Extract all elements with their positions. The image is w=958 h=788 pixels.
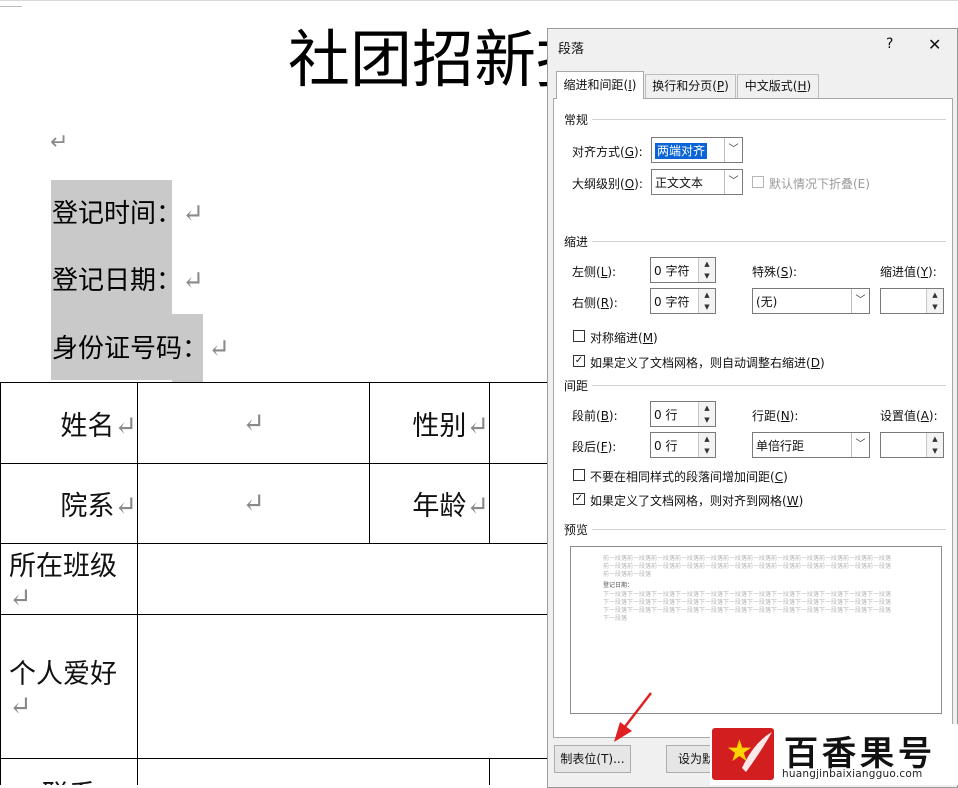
divider bbox=[592, 529, 946, 530]
table-cell-class-value[interactable] bbox=[137, 543, 551, 615]
watermark-url: huangjinbaixiangguo.com bbox=[782, 768, 923, 780]
chevron-down-icon: ﹀ bbox=[724, 138, 742, 162]
alignment-label: 对齐方式(G): bbox=[572, 145, 643, 159]
section-spacing-title: 间距 bbox=[564, 379, 589, 393]
paragraph-mark: ↵ bbox=[208, 334, 230, 364]
chevron-down-icon: ﹀ bbox=[851, 433, 869, 457]
divider bbox=[592, 385, 946, 386]
registration-table: 姓名↵ ↵ 性别↵ 院系↵ ↵ 年龄↵ 所在班级↵ 个人爱好↵ 联系 bbox=[0, 382, 551, 785]
tab-asian-typography[interactable]: 中文版式(H) bbox=[737, 74, 819, 98]
close-icon[interactable]: ✕ bbox=[928, 35, 941, 54]
field-label: 登记日期： bbox=[52, 266, 183, 296]
field-id-number[interactable]: 身份证号码：↵ bbox=[52, 331, 230, 367]
indent-by-spinner[interactable]: ▲ ▼ bbox=[880, 288, 944, 314]
outline-level-select[interactable]: 正文文本 ﹀ bbox=[651, 169, 743, 195]
auto-adjust-indent-checkbox[interactable]: ✓ bbox=[573, 355, 585, 367]
right-indent-spinner[interactable]: 0 字符 ▲ ▼ bbox=[650, 288, 716, 314]
tab-panel: 常规 对齐方式(G): 两端对齐 ﹀ 大纲级别(O): 正文文本 ﹀ 默认情况下… bbox=[553, 98, 953, 738]
spin-down-icon[interactable]: ▼ bbox=[698, 270, 715, 282]
line-spacing-label: 行距(N): bbox=[752, 409, 799, 423]
space-before-spinner[interactable]: 0 行 ▲ ▼ bbox=[650, 401, 716, 427]
divider bbox=[592, 241, 946, 242]
help-icon[interactable]: ? bbox=[886, 36, 893, 52]
ruler-line bbox=[0, 0, 958, 1]
no-space-same-style-checkbox[interactable] bbox=[573, 469, 585, 481]
space-after-label: 段后(F): bbox=[572, 440, 617, 454]
mirror-indents-label: 对称缩进(M) bbox=[590, 331, 658, 345]
brand-logo-icon: ★ bbox=[712, 728, 774, 780]
spin-down-icon[interactable]: ▼ bbox=[926, 301, 943, 313]
chevron-down-icon: ﹀ bbox=[851, 289, 869, 313]
tab-indent-spacing[interactable]: 缩进和间距(I) bbox=[556, 71, 644, 99]
auto-adjust-indent-label: 如果定义了文档网格，则自动调整右缩进(D) bbox=[590, 356, 825, 370]
alignment-select[interactable]: 两端对齐 ﹀ bbox=[651, 137, 743, 163]
table-cell-contact-label[interactable]: 联系 bbox=[0, 758, 138, 785]
field-label: 身份证号码： bbox=[52, 334, 209, 364]
left-indent-spinner[interactable]: 0 字符 ▲ ▼ bbox=[650, 257, 716, 283]
spacing-at-label: 设置值(A): bbox=[880, 409, 938, 423]
field-label: 登记时间： bbox=[52, 199, 183, 229]
preview-sample-text: 登记日期： bbox=[603, 582, 634, 589]
paragraph-mark: ↵ bbox=[182, 199, 204, 229]
section-general-title: 常规 bbox=[564, 113, 589, 127]
table-cell-hobby-label[interactable]: 个人爱好↵ bbox=[0, 614, 138, 759]
snap-to-grid-checkbox[interactable]: ✓ bbox=[573, 493, 585, 505]
tab-line-page-breaks[interactable]: 换行和分页(P) bbox=[645, 74, 736, 98]
table-cell-name-label[interactable]: 姓名↵ bbox=[0, 382, 138, 464]
paragraph-dialog: 段落 ? ✕ 缩进和间距(I) 换行和分页(P) 中文版式(H) 常规 对齐方式… bbox=[547, 28, 958, 788]
table-cell-contact-extra[interactable] bbox=[489, 758, 551, 785]
margin-mark bbox=[0, 6, 22, 7]
table-cell-hobby-value[interactable] bbox=[137, 614, 551, 759]
field-register-date[interactable]: 登记日期：↵ bbox=[52, 263, 204, 299]
no-space-same-style-label: 不要在相同样式的段落间增加间距(C) bbox=[590, 470, 788, 484]
mirror-indents-checkbox[interactable] bbox=[573, 330, 585, 342]
divider bbox=[592, 119, 946, 120]
table-cell-age-label[interactable]: 年龄↵ bbox=[369, 463, 490, 544]
tabs-button[interactable]: 制表位(T)... bbox=[554, 745, 631, 773]
right-indent-label: 右侧(R): bbox=[572, 296, 618, 310]
watermark: ★ 百香果号 huangjinbaixiangguo.com bbox=[710, 724, 958, 785]
collapse-checkbox[interactable] bbox=[752, 176, 764, 188]
table-cell-name-value[interactable]: ↵ bbox=[137, 382, 370, 464]
paragraph-mark: ↵ bbox=[182, 266, 204, 296]
special-indent-label: 特殊(S): bbox=[752, 265, 798, 279]
spin-down-icon[interactable]: ▼ bbox=[698, 445, 715, 457]
indent-by-label: 缩进值(Y): bbox=[880, 265, 937, 279]
table-cell-class-label[interactable]: 所在班级↵ bbox=[0, 543, 138, 615]
space-before-label: 段前(B): bbox=[572, 409, 618, 423]
line-spacing-select[interactable]: 单倍行距 ﹀ bbox=[752, 432, 870, 458]
collapse-label: 默认情况下折叠(E) bbox=[769, 177, 870, 191]
spin-down-icon[interactable]: ▼ bbox=[926, 445, 943, 457]
spin-down-icon[interactable]: ▼ bbox=[698, 414, 715, 426]
spin-down-icon[interactable]: ▼ bbox=[698, 301, 715, 313]
paragraph-mark: ↵ bbox=[50, 130, 69, 155]
chevron-down-icon: ﹀ bbox=[724, 170, 742, 194]
spacing-at-spinner[interactable]: ▲ ▼ bbox=[880, 432, 944, 458]
table-cell-dept-label[interactable]: 院系↵ bbox=[0, 463, 138, 544]
snap-to-grid-label: 如果定义了文档网格，则对齐到网格(W) bbox=[590, 494, 804, 508]
space-after-spinner[interactable]: 0 行 ▲ ▼ bbox=[650, 432, 716, 458]
preview-before-text: 前一段落前一段落前一段落前一段落前一段落前一段落前一段落前一段落前一段落前一段落… bbox=[603, 555, 892, 578]
dialog-title: 段落 bbox=[558, 42, 585, 57]
table-cell-contact-value[interactable] bbox=[137, 758, 490, 785]
special-indent-select[interactable]: (无) ﹀ bbox=[752, 288, 870, 314]
paragraph-preview: 前一段落前一段落前一段落前一段落前一段落前一段落前一段落前一段落前一段落前一段落… bbox=[570, 546, 942, 714]
section-indent-title: 缩进 bbox=[564, 235, 589, 249]
field-register-time[interactable]: 登记时间：↵ bbox=[52, 196, 204, 232]
left-indent-label: 左侧(L): bbox=[572, 265, 617, 279]
table-cell-gender-label[interactable]: 性别↵ bbox=[369, 382, 490, 464]
table-cell-gender-value[interactable] bbox=[489, 382, 551, 464]
section-preview-title: 预览 bbox=[564, 523, 589, 537]
preview-after-text: 下一段落下一段落下一段落下一段落下一段落下一段落下一段落下一段落下一段落下一段落… bbox=[603, 591, 892, 622]
table-cell-dept-value[interactable]: ↵ bbox=[137, 463, 370, 544]
table-cell-age-value[interactable] bbox=[489, 463, 551, 544]
outline-level-label: 大纲级别(O): bbox=[572, 177, 643, 191]
